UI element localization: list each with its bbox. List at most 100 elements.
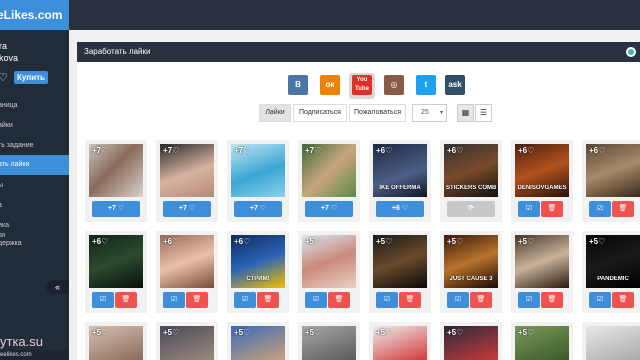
like-button[interactable]: +7 ♡ <box>305 201 353 217</box>
task-card: +6♡ ☑ 🗑 <box>582 140 640 222</box>
video-thumbnail[interactable]: +6♡ STICKERS COMBO #2 <box>444 144 498 197</box>
delete-button[interactable]: 🗑 <box>328 292 350 308</box>
confirm-button[interactable]: ☑ <box>589 292 611 308</box>
video-thumbnail[interactable]: +6♡ IKE OFFERMA <box>373 144 427 197</box>
delete-button[interactable]: 🗑 <box>257 292 279 308</box>
reward-badge: +5♡ <box>447 237 464 246</box>
video-thumbnail[interactable]: +5♡ <box>515 326 569 360</box>
delete-button[interactable]: 🗑 <box>541 201 563 217</box>
confirm-button[interactable]: ☑ <box>305 292 327 308</box>
reward-badge: +5♡ <box>163 328 180 337</box>
video-thumbnail[interactable] <box>586 326 640 360</box>
thumbnail-caption: PANDEMIC <box>597 276 629 282</box>
sidebar-item-5[interactable]: ы <box>0 176 69 196</box>
watermark-text: утка.su <box>0 334 43 349</box>
task-card: +5♡ <box>227 322 289 360</box>
sidebar: eLikes.com ra ikova ♡ Купить аница айки … <box>0 0 69 360</box>
task-card: +7♡ +7 ♡ <box>156 140 218 222</box>
tab-report[interactable]: Пожаловаться <box>349 104 406 122</box>
reward-badge: +7♡ <box>234 146 251 155</box>
tab-subscribe[interactable]: Подписаться <box>293 104 347 122</box>
video-thumbnail[interactable]: +6♡ DENISOVGAMES <box>515 144 569 197</box>
confirm-button[interactable]: ☑ <box>163 292 185 308</box>
refresh-button[interactable]: ⟳ <box>447 201 495 217</box>
video-thumbnail[interactable]: +7♡ <box>160 144 214 197</box>
video-thumbnail[interactable]: +5♡ <box>302 235 356 288</box>
sidebar-item-earn-likes[interactable]: ать лайки <box>0 155 69 175</box>
panel-toggle-icon[interactable] <box>626 47 636 57</box>
confirm-button[interactable]: ☑ <box>447 292 469 308</box>
reward-badge: +7♡ <box>305 146 322 155</box>
sidebar-item-add-task[interactable]: ть задание <box>0 136 69 156</box>
askfm-icon: ask <box>445 75 465 95</box>
video-thumbnail[interactable]: +5♡ <box>89 326 143 360</box>
grid-view-button[interactable]: ▦ <box>457 104 474 122</box>
delete-button[interactable]: 🗑 <box>541 292 563 308</box>
per-page-select[interactable]: 25 ▾ <box>412 104 447 122</box>
video-thumbnail[interactable]: +5♡ <box>160 326 214 360</box>
heart-icon: ♡ <box>0 72 8 84</box>
footer-url: eelikes.com <box>0 350 69 360</box>
reward-badge: +6♡ <box>518 146 535 155</box>
list-view-button[interactable]: ☰ <box>475 104 492 122</box>
reward-badge: +5♡ <box>305 237 322 246</box>
buy-button[interactable]: Купить <box>14 71 48 84</box>
reward-badge: +5♡ <box>447 328 464 337</box>
confirm-button[interactable]: ☑ <box>518 201 540 217</box>
video-thumbnail[interactable]: +6♡ <box>586 144 640 197</box>
video-thumbnail[interactable]: +5♡ <box>373 326 427 360</box>
task-card <box>582 322 640 360</box>
collapse-sidebar-button[interactable]: « <box>46 280 69 294</box>
sidebar-item-support[interactable]: держка <box>0 234 69 254</box>
like-button[interactable]: +7 ♡ <box>234 201 282 217</box>
reward-badge: +6♡ <box>589 146 606 155</box>
video-thumbnail[interactable]: +5♡ <box>302 326 356 360</box>
like-button[interactable]: +6 ♡ <box>376 201 424 217</box>
instagram-icon: ◎ <box>384 75 404 95</box>
delete-button[interactable]: 🗑 <box>612 292 634 308</box>
reward-badge: +5♡ <box>518 237 535 246</box>
task-card: +5♡ <box>156 322 218 360</box>
video-thumbnail[interactable]: +5♡ <box>373 235 427 288</box>
task-card: +7♡ +7 ♡ <box>298 140 360 222</box>
task-card: +6♡ СТРИМ! ☑ 🗑 <box>227 231 289 313</box>
task-card: +5♡ ☑ 🗑 <box>298 231 360 313</box>
video-thumbnail[interactable]: +5♡ <box>444 326 498 360</box>
video-thumbnail[interactable]: +6♡ <box>89 235 143 288</box>
confirm-button[interactable]: ☑ <box>376 292 398 308</box>
video-thumbnail[interactable]: +5♡ <box>231 326 285 360</box>
confirm-button[interactable]: ☑ <box>234 292 256 308</box>
delete-button[interactable]: 🗑 <box>470 292 492 308</box>
reward-badge: +5♡ <box>92 328 109 337</box>
reward-badge: +6♡ <box>376 146 393 155</box>
video-thumbnail[interactable]: +5♡ <box>515 235 569 288</box>
sidebar-item-6[interactable]: а <box>0 196 69 216</box>
confirm-button[interactable]: ☑ <box>92 292 114 308</box>
reward-badge: +6♡ <box>447 146 464 155</box>
reward-badge: +6♡ <box>234 237 251 246</box>
tab-likes[interactable]: Лайки <box>259 104 291 122</box>
delete-button[interactable]: 🗑 <box>186 292 208 308</box>
confirm-button[interactable]: ☑ <box>518 292 540 308</box>
delete-button[interactable]: 🗑 <box>115 292 137 308</box>
task-card: +5♡ <box>511 322 573 360</box>
like-button[interactable]: +7 ♡ <box>163 201 211 217</box>
video-thumbnail[interactable]: +6♡ СТРИМ! <box>231 235 285 288</box>
video-thumbnail[interactable]: +6♡ <box>160 235 214 288</box>
site-logo[interactable]: eLikes.com <box>0 0 69 30</box>
task-card: +5♡ <box>369 322 431 360</box>
delete-button[interactable]: 🗑 <box>612 201 634 217</box>
odnoklassniki-icon: ок <box>320 75 340 95</box>
task-card: +5♡ <box>440 322 502 360</box>
panel-header: Заработать лайки <box>77 42 640 62</box>
like-button[interactable]: +7 ♡ <box>92 201 140 217</box>
sidebar-item-main[interactable]: аница <box>0 96 69 116</box>
video-thumbnail[interactable]: +7♡ <box>302 144 356 197</box>
video-thumbnail[interactable]: +5♡ JUST CAUSE 3 <box>444 235 498 288</box>
video-thumbnail[interactable]: +7♡ <box>231 144 285 197</box>
confirm-button[interactable]: ☑ <box>589 201 611 217</box>
sidebar-item-likes[interactable]: айки <box>0 116 69 136</box>
delete-button[interactable]: 🗑 <box>399 292 421 308</box>
video-thumbnail[interactable]: +7♡ <box>89 144 143 197</box>
video-thumbnail[interactable]: +5♡ PANDEMIC <box>586 235 640 288</box>
